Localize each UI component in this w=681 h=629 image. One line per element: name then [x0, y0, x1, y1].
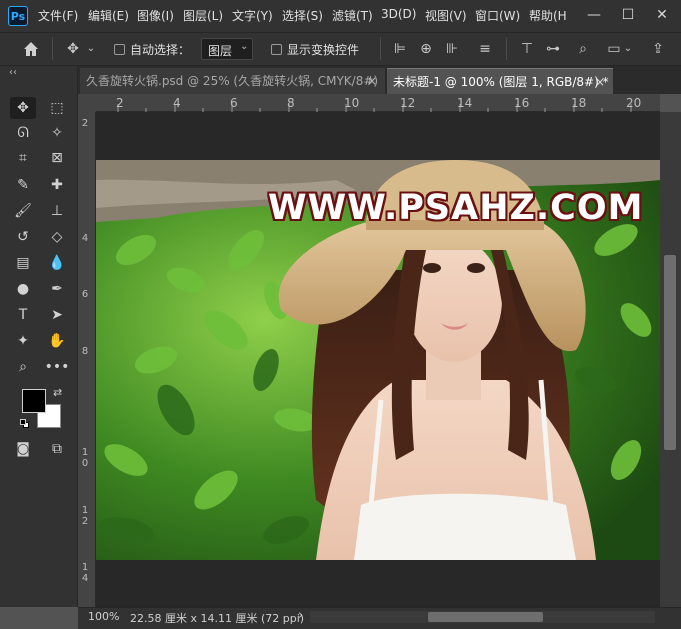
close-tab-icon[interactable]: ×	[595, 69, 605, 95]
menu-select[interactable]: 选择(S)	[282, 7, 323, 24]
marquee-tool-icon[interactable]: ⬚	[44, 97, 70, 119]
auto-select-target-value: 图层	[208, 44, 233, 58]
ruler-label: 12	[81, 505, 89, 527]
gradient-tool-icon[interactable]: ▤	[10, 252, 36, 274]
eyedropper-tool-icon[interactable]: ✎	[10, 174, 36, 196]
menu-type[interactable]: 文字(Y)	[232, 7, 273, 24]
brush-tool-icon[interactable]: 🖌	[10, 200, 36, 222]
status-menu-arrow-icon[interactable]: ›	[298, 608, 303, 623]
tab-untitled-1[interactable]: 未标题-1 @ 100% (图层 1, RGB/8#) * ×	[387, 68, 613, 94]
chevron-down-icon[interactable]: ⌄	[84, 38, 98, 60]
auto-select-label: 自动选择：	[130, 43, 191, 57]
watermark-text: WWW.PSAHZ.COM	[268, 188, 644, 228]
swap-colors-icon[interactable]: ⇄	[53, 386, 62, 399]
more-tools-icon[interactable]: •••	[44, 356, 70, 378]
share-icon[interactable]: ⇪	[647, 38, 669, 60]
chevron-down-icon[interactable]: ⌄	[622, 38, 634, 60]
screen-mode-icon[interactable]: ⧉	[44, 438, 70, 460]
menu-edit[interactable]: 编辑(E)	[88, 7, 129, 24]
photoshop-logo-icon: Ps	[8, 6, 28, 26]
menu-window[interactable]: 窗口(W)	[475, 7, 520, 24]
document-size: 22.58 厘米 x 14.11 厘米 (72 ppi)	[130, 612, 305, 625]
chevron-down-icon: ⌄	[240, 41, 249, 52]
move-tool-preset-icon[interactable]: ✥	[62, 38, 84, 60]
auto-select-target-dropdown[interactable]: 图层 ⌄	[201, 38, 253, 60]
align-left-icon[interactable]: ⊫	[389, 38, 411, 60]
show-transform-checkbox[interactable]	[271, 44, 282, 55]
collapse-panel-icon[interactable]: ‹‹	[9, 67, 17, 78]
align-top-icon[interactable]: ⊤	[516, 38, 538, 60]
hand-tool-icon[interactable]: ✋	[44, 330, 70, 352]
menu-file[interactable]: 文件(F)	[38, 7, 78, 24]
menu-filter[interactable]: 滤镜(T)	[332, 7, 373, 24]
tab-label: 久香旋转火锅.psd @ 25% (久香旋转火锅, CMYK/8#)	[86, 74, 379, 88]
vertical-scrollbar-thumb[interactable]	[664, 255, 676, 450]
frame-tool-icon[interactable]: ⊠	[44, 147, 70, 169]
tab-jiuxiang-psd[interactable]: 久香旋转火锅.psd @ 25% (久香旋转火锅, CMYK/8#) ×	[80, 68, 385, 94]
ruler-label: 16	[514, 96, 530, 110]
tab-label: 未标题-1 @ 100% (图层 1, RGB/8#) *	[393, 75, 609, 89]
custom-shape-tool-icon[interactable]: ✦	[10, 330, 36, 352]
menu-layer[interactable]: 图层(L)	[183, 7, 223, 24]
show-transform-label: 显示变换控件	[287, 43, 360, 57]
blur-tool-icon[interactable]: 💧	[44, 252, 70, 274]
default-colors-icon[interactable]	[20, 419, 29, 428]
move-tool-icon[interactable]: ✥	[10, 97, 36, 119]
ruler-label: 14	[457, 96, 473, 110]
eraser-tool-icon[interactable]: ◇	[44, 226, 70, 248]
maximize-button[interactable]: ☐	[614, 4, 642, 26]
dodge-tool-icon[interactable]: ●	[10, 278, 36, 300]
menu-image[interactable]: 图像(I)	[137, 7, 174, 24]
close-window-button[interactable]: ✕	[648, 4, 676, 26]
ruler-label: 6	[81, 289, 89, 300]
horizontal-scrollbar-thumb[interactable]	[428, 612, 543, 622]
ruler-label: 4	[81, 233, 89, 244]
ruler-label: 2	[81, 118, 89, 129]
ruler-label: 6	[230, 96, 238, 110]
minimize-button[interactable]: —	[580, 4, 608, 26]
stamp-tool-icon[interactable]: ⊥	[44, 200, 70, 222]
ruler-label: 8	[81, 346, 89, 357]
ruler-label: 10	[344, 96, 360, 110]
healing-brush-tool-icon[interactable]: ✚	[44, 174, 70, 196]
ruler-label: 14	[81, 562, 89, 584]
ruler-label: 12	[400, 96, 416, 110]
ruler-label: 4	[173, 96, 181, 110]
magic-wand-tool-icon[interactable]: ✧	[44, 122, 70, 144]
ruler-origin[interactable]	[78, 94, 96, 112]
zoom-tool-icon[interactable]: ⌕	[10, 356, 36, 378]
ruler-label: 8	[287, 96, 295, 110]
pen-tool-icon[interactable]: ✒	[44, 278, 70, 300]
align-middle-icon[interactable]: ⊶	[542, 38, 564, 60]
ruler-label: 20	[626, 96, 642, 110]
distribute-icon[interactable]: ≡	[474, 38, 496, 60]
search-icon[interactable]: ⌕	[572, 38, 594, 60]
ruler-label: 10	[81, 447, 89, 469]
quick-mask-icon[interactable]: ◙	[10, 438, 36, 460]
home-icon[interactable]	[20, 38, 42, 60]
align-right-icon[interactable]: ⊪	[441, 38, 463, 60]
menu-view[interactable]: 视图(V)	[425, 7, 467, 24]
menu-help[interactable]: 帮助(H	[529, 7, 567, 24]
type-tool-icon[interactable]: T	[10, 304, 36, 326]
history-brush-tool-icon[interactable]: ↺	[10, 226, 36, 248]
foreground-color-swatch[interactable]	[22, 389, 46, 413]
lasso-tool-icon[interactable]: ᘏ	[10, 122, 36, 144]
ruler-label: 18	[571, 96, 587, 110]
path-selection-tool-icon[interactable]: ➤	[44, 304, 70, 326]
vertical-ruler[interactable]	[78, 112, 96, 607]
menu-3d[interactable]: 3D(D)	[381, 7, 416, 21]
ruler-label: 2	[116, 96, 124, 110]
zoom-level[interactable]: 100%	[88, 610, 119, 623]
crop-tool-icon[interactable]: ⌗	[10, 147, 36, 169]
auto-select-checkbox[interactable]	[114, 44, 125, 55]
close-tab-icon[interactable]: ×	[367, 68, 377, 94]
align-center-icon[interactable]: ⊕	[415, 38, 437, 60]
